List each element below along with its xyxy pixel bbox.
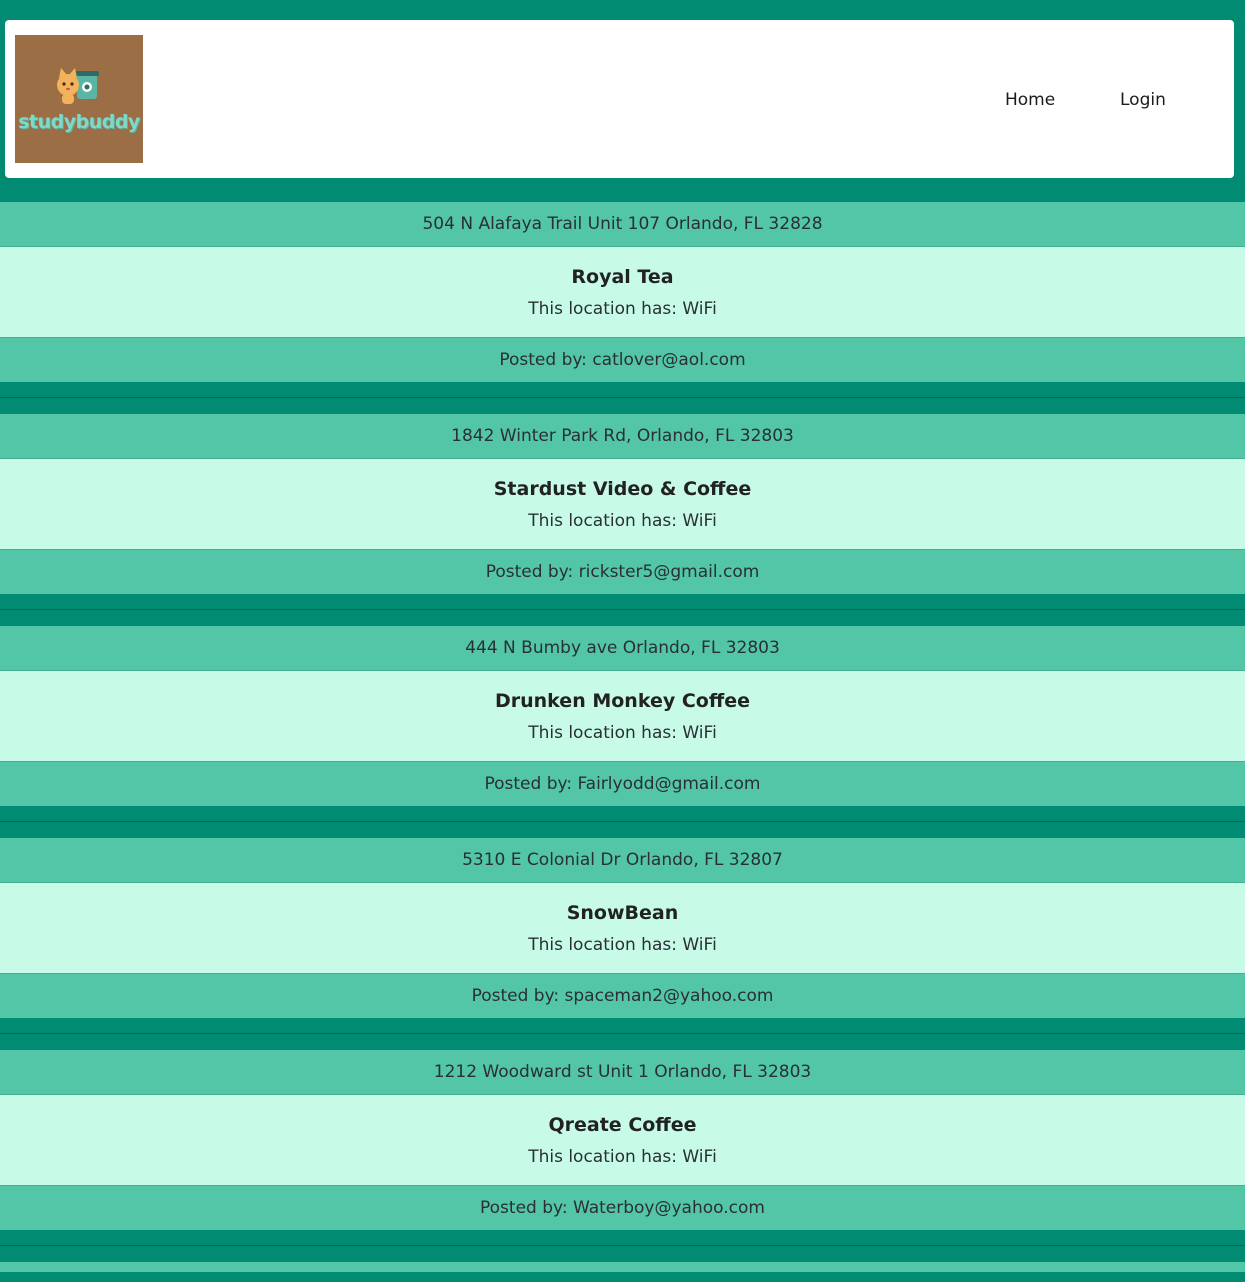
location-card: 5310 E Colonial Dr Orlando, FL 32807 Sno… xyxy=(0,838,1245,1018)
location-name: Drunken Monkey Coffee xyxy=(494,690,750,712)
location-amenities: This location has: WiFi xyxy=(528,1147,717,1167)
location-card: 1842 Winter Park Rd, Orlando, FL 32803 S… xyxy=(0,414,1245,594)
location-amenities: This location has: WiFi xyxy=(528,299,717,319)
location-name: SnowBean xyxy=(566,902,679,924)
location-amenities: This location has: WiFi xyxy=(528,935,717,955)
location-card: 504 N Alafaya Trail Unit 107 Orlando, FL… xyxy=(0,202,1245,382)
location-body: SnowBean This location has: WiFi xyxy=(0,883,1245,973)
location-name: Qreate Coffee xyxy=(548,1114,697,1136)
location-body: Qreate Coffee This location has: WiFi xyxy=(0,1095,1245,1185)
next-card-edge xyxy=(0,1262,1245,1272)
location-name: Royal Tea xyxy=(571,266,674,288)
logo-text: studybuddy xyxy=(18,111,140,133)
nav-home-link[interactable]: Home xyxy=(1005,88,1055,112)
location-body: Stardust Video & Coffee This location ha… xyxy=(0,459,1245,549)
card-divider xyxy=(0,1018,1245,1050)
location-body: Drunken Monkey Coffee This location has:… xyxy=(0,671,1245,761)
location-card: 444 N Bumby ave Orlando, FL 32803 Drunke… xyxy=(0,626,1245,806)
location-posted-by: Posted by: Waterboy@yahoo.com xyxy=(0,1185,1245,1230)
location-address: 1212 Woodward st Unit 1 Orlando, FL 3280… xyxy=(0,1050,1245,1095)
card-divider xyxy=(0,806,1245,838)
navbar: studybuddy Home Login xyxy=(5,20,1234,178)
studybuddy-logo[interactable]: studybuddy xyxy=(15,35,143,163)
location-body: Royal Tea This location has: WiFi xyxy=(0,247,1245,337)
location-posted-by: Posted by: spaceman2@yahoo.com xyxy=(0,973,1245,1018)
location-list: 504 N Alafaya Trail Unit 107 Orlando, FL… xyxy=(0,202,1245,1272)
location-posted-by: Posted by: rickster5@gmail.com xyxy=(0,549,1245,594)
location-amenities: This location has: WiFi xyxy=(528,723,717,743)
card-divider xyxy=(0,382,1245,414)
location-address: 5310 E Colonial Dr Orlando, FL 32807 xyxy=(0,838,1245,883)
location-address: 444 N Bumby ave Orlando, FL 32803 xyxy=(0,626,1245,671)
location-card: 1212 Woodward st Unit 1 Orlando, FL 3280… xyxy=(0,1050,1245,1230)
cat-coffee-logo-icon xyxy=(57,68,99,104)
nav-login-link[interactable]: Login xyxy=(1120,88,1166,112)
location-amenities: This location has: WiFi xyxy=(528,511,717,531)
location-name: Stardust Video & Coffee xyxy=(493,478,752,500)
card-divider xyxy=(0,1230,1245,1262)
card-divider xyxy=(0,594,1245,626)
location-address: 1842 Winter Park Rd, Orlando, FL 32803 xyxy=(0,414,1245,459)
location-posted-by: Posted by: catlover@aol.com xyxy=(0,337,1245,382)
location-address: 504 N Alafaya Trail Unit 107 Orlando, FL… xyxy=(0,202,1245,247)
location-posted-by: Posted by: Fairlyodd@gmail.com xyxy=(0,761,1245,806)
